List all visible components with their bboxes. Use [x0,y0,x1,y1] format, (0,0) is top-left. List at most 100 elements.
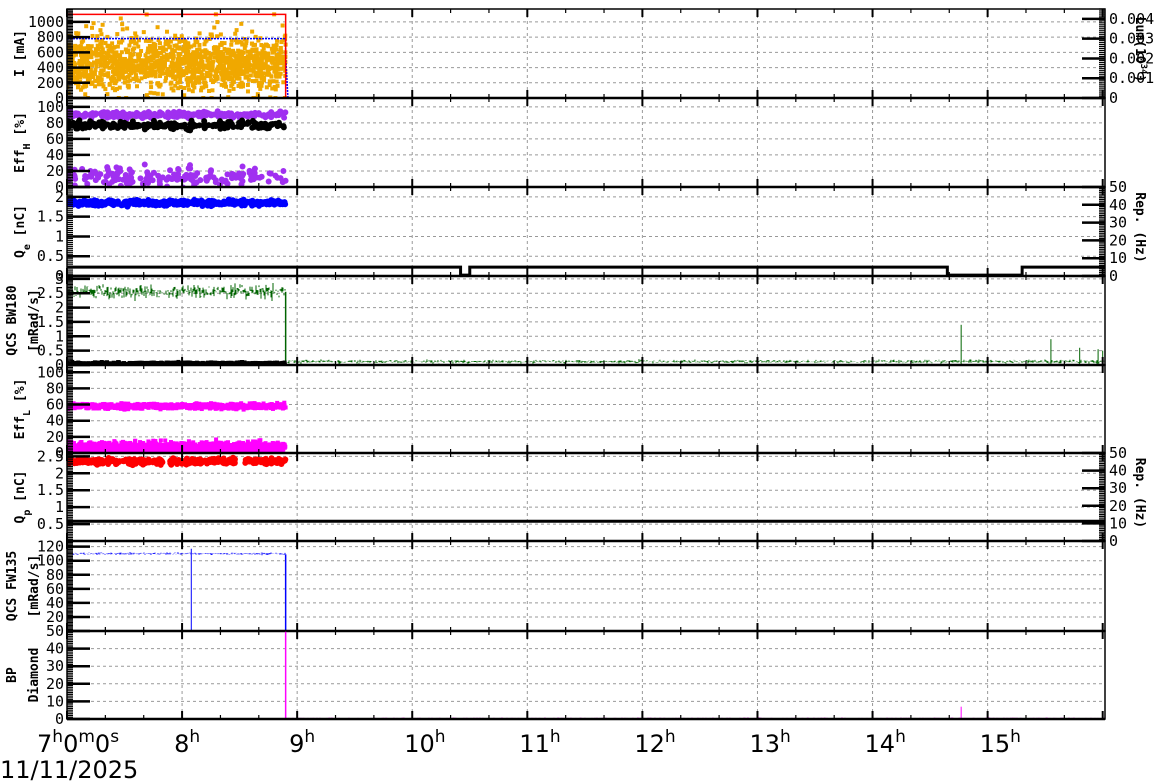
data-point-I-scatter [100,22,105,27]
data-point-I-scatter [269,46,274,51]
data-point-EffH-total [171,122,178,129]
data-point-I-scatter [230,65,235,70]
data-point-I-scatter [149,85,154,90]
data-point-I-scatter [117,85,122,90]
data-point-Qe [149,199,156,206]
data-point-I-scatter [231,48,236,53]
data-point-I-scatter [110,41,115,46]
right-tick-label: 0 [1109,267,1118,285]
data-point-I-scatter [275,83,280,88]
data-point-EffH-total [225,118,232,125]
data-point-I-scatter [184,46,189,51]
data-point-EffL-high [132,404,137,409]
data-point-I-scatter [242,59,247,64]
data-point-I-scatter [136,44,141,49]
data-point-EffL-high [207,405,212,410]
data-point-EffH-low [82,173,89,180]
data-point-EffL-high [271,404,276,409]
data-point-I-scatter [119,69,124,74]
data-point-EffL-high [120,405,125,410]
data-point-EffH-high [255,110,262,117]
data-point-EffH-total [200,122,207,129]
data-point-EffL-high [280,406,285,411]
data-point-I-scatter [180,56,185,61]
data-point-EffH-total [133,121,140,128]
data-point-I-scatter [264,43,269,48]
data-point-Qe [179,200,186,207]
data-point-EffH-high [269,110,276,117]
data-point-I-scatter [101,57,106,62]
data-point-I-scatter [122,80,127,85]
data-point-EffH-low [109,178,116,185]
data-point-I-scatter [223,60,228,65]
data-point-I-scatter [155,25,160,30]
y-axis-label: [mRad/s] [27,289,42,352]
data-point-I-scatter [107,81,112,86]
data-point-I-scatter [134,78,139,83]
data-point-EffH-high [117,110,124,117]
data-point-EffH-total [157,123,164,130]
data-point-I-scatter [79,40,84,45]
data-point-I-scatter [201,85,206,90]
data-point-EffH-total [146,121,153,128]
data-point-I-scatter [250,29,255,34]
data-point-I-scatter [229,42,234,47]
y-axis-label-part: Eff [13,149,28,172]
data-point-I-scatter [261,76,266,81]
y-axis-label-part: [mRad/s] [27,289,42,352]
data-point-EffL-high [246,405,251,410]
data-point-EffH-low [116,165,123,172]
data-point-I-scatter [273,56,278,61]
data-point-EffL-high [192,406,197,411]
data-point-Qe [123,198,130,205]
data-point-EffL-high [143,402,148,407]
data-point-I-scatter [118,16,123,21]
accelerator-status-chart: 02004006008001000I [mA]00.0010.0020.0030… [0,8,1154,782]
data-point-I-scatter [155,91,160,96]
data-point-I-scatter [234,28,239,33]
panel-current: 02004006008001000I [mA]00.0010.0020.0030… [13,8,1154,107]
y-axis-label: QCS BW180 [5,285,20,356]
data-point-I-scatter [219,50,224,55]
data-point-EffH-low [100,179,107,186]
data-point-EffH-low [163,176,170,183]
data-point-I-scatter [221,72,226,77]
data-point-I-scatter [202,42,207,47]
data-point-I-scatter [155,50,160,55]
data-point-I-scatter [279,61,284,66]
data-point-Qe [217,200,224,207]
data-point-I-scatter [269,55,274,60]
data-point-I-scatter [253,73,258,78]
data-point-EffH-high [195,109,202,116]
data-point-I-scatter [186,87,191,92]
data-point-I-scatter [202,76,207,81]
data-point-I-scatter [153,42,158,47]
data-point-EffH-high [234,111,241,118]
y-axis-label-part: I [mA] [13,30,28,77]
data-point-EffH-low [171,171,178,178]
data-point-EffL-high [196,403,201,408]
data-point-I-scatter [92,71,97,76]
data-point-I-scatter [275,63,280,68]
right-axis-label-part: 34 [1138,64,1148,75]
data-point-I-scatter [191,67,196,72]
data-point-EffL-high [257,405,262,410]
data-point-I-scatter [146,46,151,51]
data-point-I-scatter [215,20,220,25]
data-point-I-scatter [257,51,262,56]
data-point-I-scatter [124,50,129,55]
data-point-I-scatter [80,85,85,90]
data-point-I-scatter [245,89,250,94]
data-point-I-scatter [129,53,134,58]
data-point-I-scatter [197,31,202,36]
data-point-I-scatter [95,58,100,63]
data-point-I-scatter [119,50,124,55]
data-point-I-scatter [113,88,118,93]
data-point-I-scatter [199,56,204,61]
data-point-I-scatter [215,34,220,39]
data-point-Qe [204,202,211,209]
data-point-I-scatter [243,66,248,71]
data-point-I-scatter [170,63,175,68]
panel-qe: 00.511.52Qe [nC]01020304050Rep. (Hz) [13,178,1147,285]
data-point-I-scatter [170,56,175,61]
